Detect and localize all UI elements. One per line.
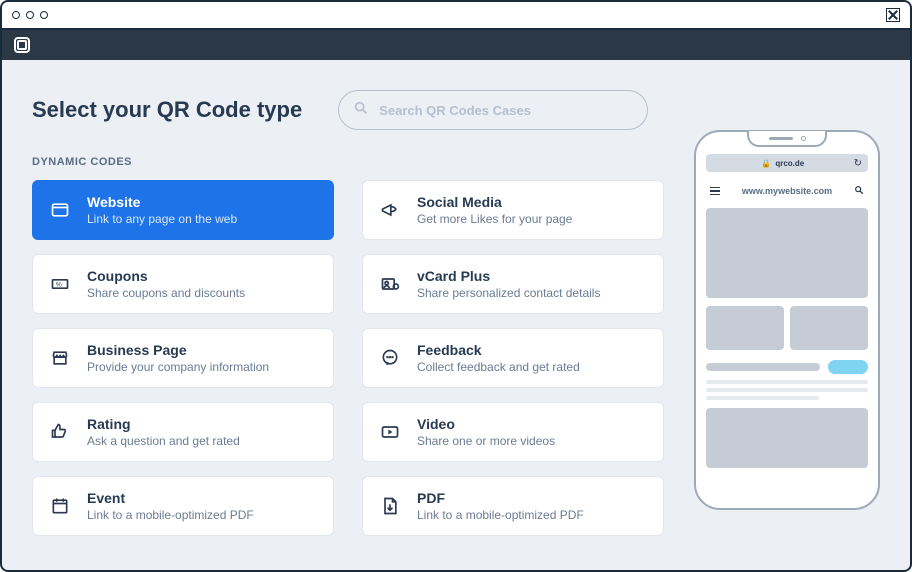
- page-title: Select your QR Code type: [32, 97, 302, 123]
- header-row: Select your QR Code type Search QR Codes…: [32, 90, 664, 130]
- search-placeholder: Search QR Codes Cases: [379, 103, 531, 118]
- card-desc: Get more Likes for your page: [417, 212, 572, 226]
- menu-icon: [710, 187, 720, 196]
- store-icon: [49, 348, 71, 368]
- phone-row: [706, 360, 868, 374]
- card-desc: Share coupons and discounts: [87, 286, 245, 300]
- card-desc: Link to any page on the web: [87, 212, 237, 226]
- phone-text-line: [706, 380, 868, 384]
- phone-block: [790, 306, 868, 350]
- search-input[interactable]: Search QR Codes Cases: [338, 90, 648, 130]
- card-video[interactable]: Video Share one or more videos: [362, 402, 664, 462]
- phone-hero-block: [706, 208, 868, 298]
- phone-preview: 🔒 qrco.de ↻ www.mywebsite.com: [694, 130, 880, 510]
- card-pdf[interactable]: PDF Link to a mobile-optimized PDF: [362, 476, 664, 536]
- card-rating[interactable]: Rating Ask a question and get rated: [32, 402, 334, 462]
- svg-text:%: %: [56, 282, 62, 289]
- card-desc: Collect feedback and get rated: [417, 360, 580, 374]
- phone-navrow: www.mywebsite.com: [706, 180, 868, 208]
- card-title: Website: [87, 194, 237, 210]
- phone-domain: qrco.de: [775, 159, 804, 168]
- card-desc: Share personalized contact details: [417, 286, 600, 300]
- card-vcard[interactable]: vCard Plus Share personalized contact de…: [362, 254, 664, 314]
- phone-bar: [706, 363, 820, 371]
- coupon-icon: %: [49, 274, 71, 294]
- window-dot[interactable]: [40, 11, 48, 19]
- card-title: Rating: [87, 416, 240, 432]
- card-grid: Website Link to any page on the web Soci…: [32, 180, 664, 536]
- app-bar: [2, 30, 910, 60]
- card-coupons[interactable]: % Coupons Share coupons and discounts: [32, 254, 334, 314]
- pdf-icon: [379, 496, 401, 516]
- card-desc: Ask a question and get rated: [87, 434, 240, 448]
- card-feedback[interactable]: Feedback Collect feedback and get rated: [362, 328, 664, 388]
- phone-text-line: [706, 388, 868, 392]
- phone-notch: [747, 131, 827, 147]
- card-title: Business Page: [87, 342, 269, 358]
- card-title: Event: [87, 490, 254, 506]
- card-title: PDF: [417, 490, 584, 506]
- phone-urlbar: 🔒 qrco.de ↻: [706, 154, 868, 172]
- phone-block: [706, 408, 868, 468]
- website-icon: [49, 200, 71, 220]
- left-panel: Select your QR Code type Search QR Codes…: [32, 90, 664, 536]
- card-desc: Link to a mobile-optimized PDF: [417, 508, 584, 522]
- video-icon: [379, 422, 401, 442]
- card-title: Coupons: [87, 268, 245, 284]
- window-dot[interactable]: [26, 11, 34, 19]
- card-website[interactable]: Website Link to any page on the web: [32, 180, 334, 240]
- phone-block: [706, 306, 784, 350]
- window-titlebar: [2, 2, 910, 30]
- phone-site-url: www.mywebsite.com: [742, 186, 832, 196]
- card-title: Feedback: [417, 342, 580, 358]
- calendar-icon: [49, 496, 71, 516]
- phone-pill-button: [828, 360, 868, 374]
- card-title: Video: [417, 416, 555, 432]
- refresh-icon: ↻: [854, 158, 862, 169]
- app-window: Select your QR Code type Search QR Codes…: [0, 0, 912, 572]
- card-desc: Share one or more videos: [417, 434, 555, 448]
- window-dot[interactable]: [12, 11, 20, 19]
- phone-text-line: [706, 396, 819, 400]
- card-title: vCard Plus: [417, 268, 600, 284]
- card-title: Social Media: [417, 194, 572, 210]
- chat-icon: [379, 348, 401, 368]
- card-desc: Link to a mobile-optimized PDF: [87, 508, 254, 522]
- section-label: DYNAMIC CODES: [32, 156, 664, 168]
- card-desc: Provide your company information: [87, 360, 269, 374]
- close-icon[interactable]: [886, 8, 900, 22]
- search-icon: [854, 182, 864, 200]
- thumbs-icon: [49, 422, 71, 442]
- megaphone-icon: [379, 200, 401, 220]
- vcard-icon: [379, 274, 401, 294]
- main-content: Select your QR Code type Search QR Codes…: [2, 60, 910, 556]
- app-logo-icon: [14, 37, 30, 53]
- lock-icon: 🔒: [761, 159, 771, 168]
- search-icon: [353, 100, 369, 121]
- window-controls[interactable]: [12, 11, 48, 19]
- phone-row: [706, 306, 868, 350]
- card-business[interactable]: Business Page Provide your company infor…: [32, 328, 334, 388]
- card-social[interactable]: Social Media Get more Likes for your pag…: [362, 180, 664, 240]
- card-event[interactable]: Event Link to a mobile-optimized PDF: [32, 476, 334, 536]
